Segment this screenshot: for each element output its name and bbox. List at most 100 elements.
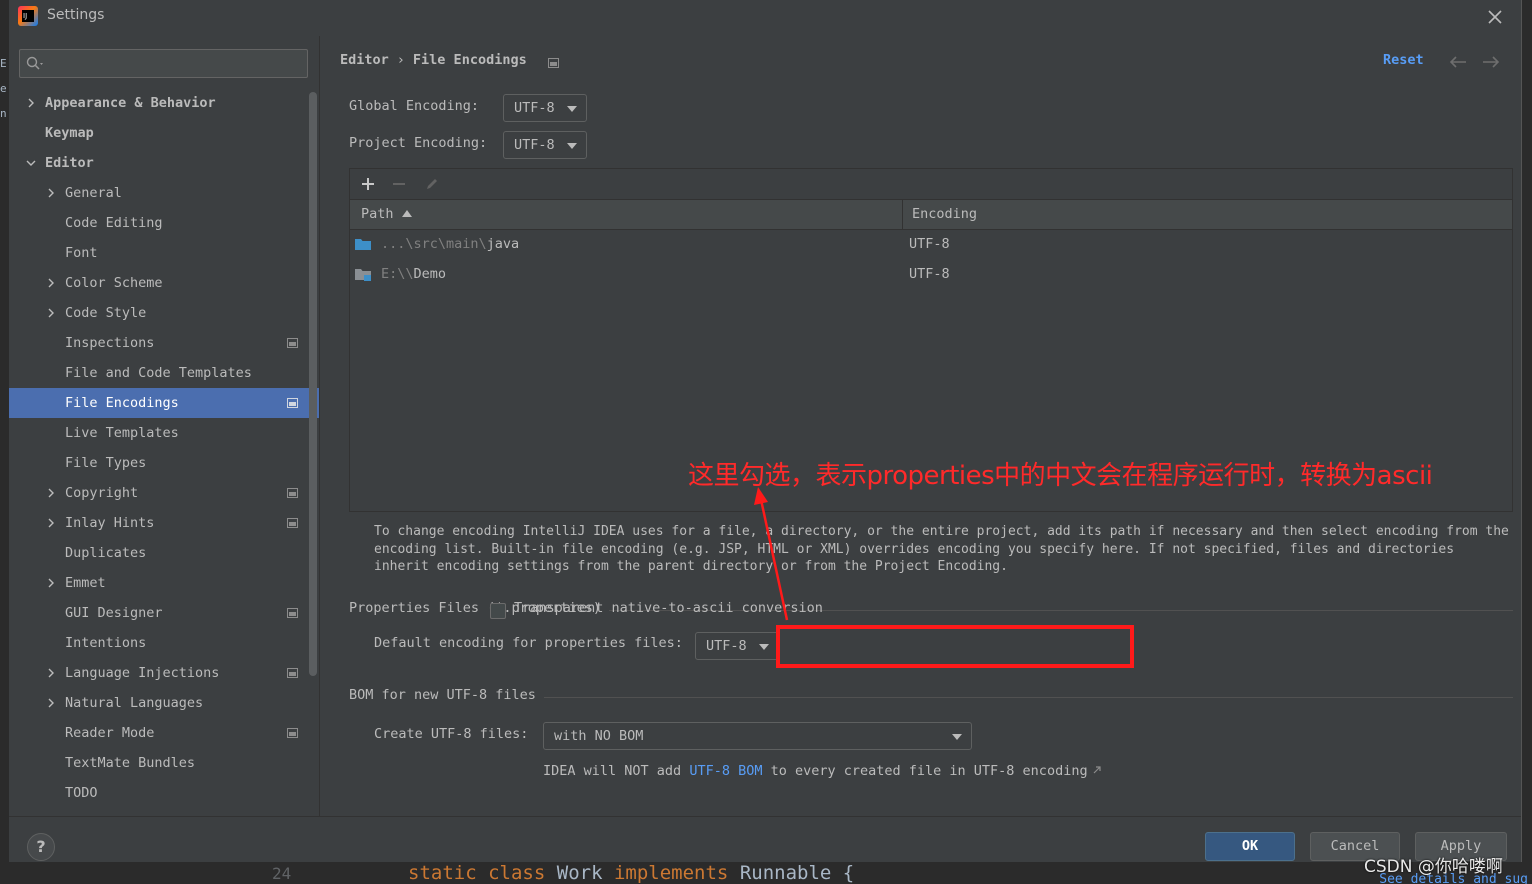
add-icon[interactable] xyxy=(360,176,376,192)
chevron-right-icon[interactable] xyxy=(46,308,56,318)
code-line: static class Work implements Runnable { xyxy=(408,862,855,884)
properties-encoding-select[interactable]: UTF-8 xyxy=(695,632,779,660)
chevron-right-icon[interactable] xyxy=(46,278,56,288)
path-column-header[interactable]: Path xyxy=(361,206,412,222)
sidebar-item-reader-mode[interactable]: Reader Mode xyxy=(9,718,319,748)
sidebar-item-code-style[interactable]: Code Style xyxy=(9,298,319,328)
chevron-right-icon[interactable] xyxy=(26,98,36,108)
sidebar-item-live-templates[interactable]: Live Templates xyxy=(9,418,319,448)
dialog-footer: ? OK Cancel Apply xyxy=(9,816,1521,862)
bg-char: e xyxy=(0,82,7,95)
path-cell: E:\\Demo xyxy=(381,266,447,282)
sidebar-item-duplicates[interactable]: Duplicates xyxy=(9,538,319,568)
sidebar-scrollbar[interactable] xyxy=(309,92,317,676)
chevron-right-icon[interactable] xyxy=(46,578,56,588)
chevron-down-icon xyxy=(952,734,962,740)
ok-button[interactable]: OK xyxy=(1205,832,1295,861)
project-scope-icon xyxy=(287,518,298,528)
sidebar-item-label: TODO xyxy=(65,785,98,801)
csdn-watermark: CSDN @你哈喽啊 xyxy=(1364,857,1503,877)
sidebar-item-label: TextMate Bundles xyxy=(65,755,196,771)
sidebar-item-label: Keymap xyxy=(45,125,94,141)
create-utf8-label: Create UTF-8 files: xyxy=(374,726,529,742)
sidebar-item-emmet[interactable]: Emmet xyxy=(9,568,319,598)
sidebar-item-editor[interactable]: Editor xyxy=(9,148,319,178)
chevron-right-icon[interactable] xyxy=(46,518,56,528)
sidebar-item-language-injections[interactable]: Language Injections xyxy=(9,658,319,688)
encoding-column-header[interactable]: Encoding xyxy=(912,206,977,222)
breadcrumb-parent: Editor xyxy=(340,52,389,68)
project-encoding-value: UTF-8 xyxy=(514,137,555,153)
table-row[interactable]: ...\src\main\java UTF-8 xyxy=(350,230,1512,260)
sidebar-item-label: File Types xyxy=(65,455,147,471)
breadcrumb-current: File Encodings xyxy=(412,52,527,68)
sidebar-item-gui-designer[interactable]: GUI Designer xyxy=(9,598,319,628)
sidebar-item-todo[interactable]: TODO xyxy=(9,778,319,808)
sidebar-item-appearance-behavior[interactable]: Appearance & Behavior xyxy=(9,88,319,118)
sidebar-item-inspections[interactable]: Inspections xyxy=(9,328,319,358)
native-to-ascii-checkbox[interactable] xyxy=(490,603,506,619)
sidebar-item-textmate-bundles[interactable]: TextMate Bundles xyxy=(9,748,319,778)
breadcrumb: Editor › File Encodings xyxy=(340,52,527,68)
line-number: 24 xyxy=(272,864,292,883)
project-scope-icon xyxy=(548,58,559,68)
sidebar-item-label: General xyxy=(65,185,122,201)
sidebar-item-file-encodings[interactable]: File Encodings xyxy=(9,388,319,418)
sidebar-item-color-scheme[interactable]: Color Scheme xyxy=(9,268,319,298)
chevron-right-icon[interactable] xyxy=(46,188,56,198)
sidebar-item-label: Emmet xyxy=(65,575,106,591)
chevron-down-icon[interactable] xyxy=(26,158,36,168)
reset-link[interactable]: Reset xyxy=(1383,52,1424,68)
sidebar-item-file-and-code-templates[interactable]: File and Code Templates xyxy=(9,358,319,388)
sidebar-item-general[interactable]: General xyxy=(9,178,319,208)
search-icon xyxy=(26,56,43,70)
chevron-down-icon xyxy=(567,143,577,149)
chevron-right-icon[interactable] xyxy=(46,698,56,708)
bom-note: IDEA will NOT add UTF-8 BOM to every cre… xyxy=(543,763,1102,779)
sidebar-item-label: Inlay Hints xyxy=(65,515,155,531)
sidebar-item-file-types[interactable]: File Types xyxy=(9,448,319,478)
sidebar-item-keymap[interactable]: Keymap xyxy=(9,118,319,148)
folder-icon xyxy=(355,239,371,250)
title-bar: IJ Settings xyxy=(9,0,1521,34)
sidebar-item-code-editing[interactable]: Code Editing xyxy=(9,208,319,238)
encoding-help-text: To change encoding IntelliJ IDEA uses fo… xyxy=(374,524,1509,574)
background-editor-code: 24 static class Work implements Runnable… xyxy=(0,862,1532,884)
remove-icon[interactable] xyxy=(391,176,407,192)
window-title: Settings xyxy=(47,7,105,23)
settings-content: Editor › File Encodings Reset Global Encod… xyxy=(320,36,1521,816)
chevron-right-icon[interactable] xyxy=(46,488,56,498)
bom-select[interactable]: with NO BOM xyxy=(543,722,972,750)
sidebar-item-label: Color Scheme xyxy=(65,275,163,291)
sidebar-item-natural-languages[interactable]: Natural Languages xyxy=(9,688,319,718)
sidebar-item-intentions[interactable]: Intentions xyxy=(9,628,319,658)
forward-arrow-icon[interactable] xyxy=(1481,55,1501,69)
project-scope-icon xyxy=(287,668,298,678)
back-arrow-icon[interactable] xyxy=(1448,55,1468,69)
table-row[interactable]: E:\\Demo UTF-8 xyxy=(350,260,1512,290)
chevron-down-icon xyxy=(759,644,769,650)
search-input[interactable] xyxy=(19,49,308,78)
utf8-bom-link[interactable]: UTF-8 BOM xyxy=(689,763,762,779)
annotation-arrow xyxy=(754,487,789,621)
annotation-highlight-box xyxy=(776,625,1134,668)
project-scope-icon xyxy=(287,608,298,618)
encoding-cell: UTF-8 xyxy=(909,236,950,252)
close-icon[interactable] xyxy=(1486,8,1504,26)
sidebar-item-inlay-hints[interactable]: Inlay Hints xyxy=(9,508,319,538)
intellij-icon: IJ xyxy=(18,6,38,26)
sidebar-item-label: GUI Designer xyxy=(65,605,163,621)
global-encoding-select[interactable]: UTF-8 xyxy=(503,94,587,122)
sidebar-item-label: Language Injections xyxy=(65,665,220,681)
column-divider[interactable] xyxy=(902,200,903,230)
sidebar-item-font[interactable]: Font xyxy=(9,238,319,268)
sidebar-item-copyright[interactable]: Copyright xyxy=(9,478,319,508)
chevron-right-icon[interactable] xyxy=(46,668,56,678)
bg-char: E xyxy=(0,57,7,70)
table-toolbar xyxy=(350,169,1512,200)
table-header: Path Encoding xyxy=(350,200,1512,230)
project-encoding-select[interactable]: UTF-8 xyxy=(503,131,587,159)
edit-icon[interactable] xyxy=(424,176,440,192)
help-button[interactable]: ? xyxy=(27,833,55,861)
path-cell: ...\src\main\java xyxy=(381,236,520,252)
